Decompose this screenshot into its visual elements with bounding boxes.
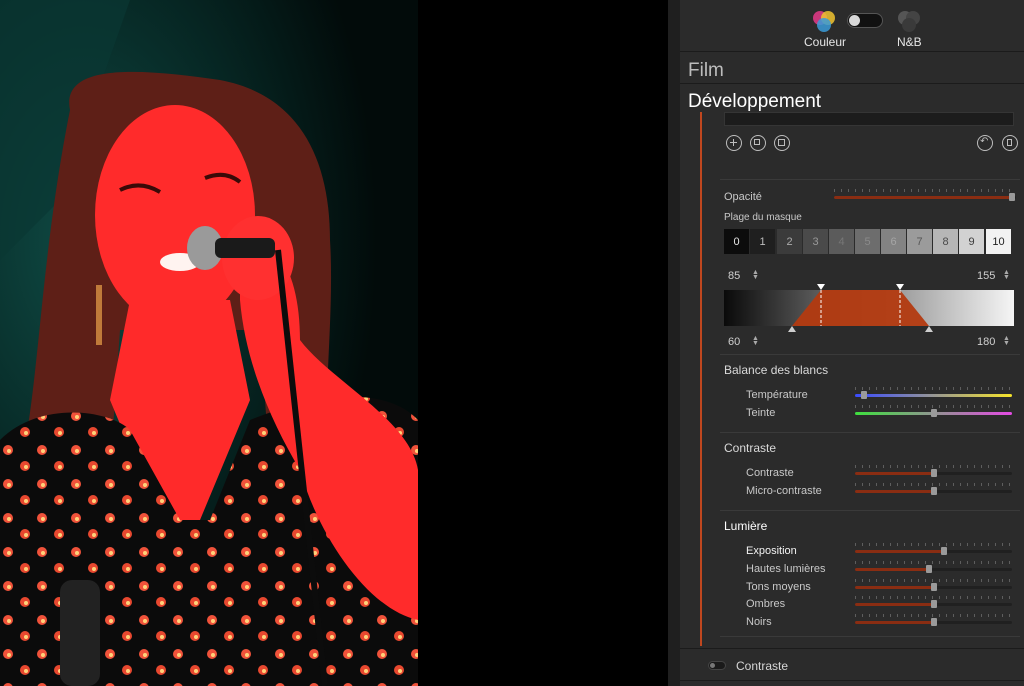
- tint-label: Teinte: [746, 407, 776, 419]
- photo-image: [0, 0, 418, 686]
- divider: [680, 83, 1024, 84]
- micro-contrast-knob[interactable]: [930, 487, 937, 495]
- add-icon[interactable]: [726, 135, 742, 151]
- range-bottom-left-handle[interactable]: [788, 326, 796, 332]
- exposure-label: Exposition: [746, 545, 797, 557]
- contrast-label: Contraste: [746, 467, 794, 479]
- exposure-fill: [855, 550, 945, 553]
- stepper-icon[interactable]: ▲ ▼: [752, 269, 759, 281]
- temperature-knob[interactable]: [861, 391, 868, 399]
- temperature-label: Température: [746, 389, 808, 401]
- mask-range-gradient[interactable]: [724, 283, 1014, 333]
- film-section-title[interactable]: Film: [688, 60, 724, 82]
- shadows-label: Ombres: [746, 598, 786, 610]
- tint-knob[interactable]: [930, 409, 937, 417]
- color-bw-toggle[interactable]: [847, 13, 883, 28]
- midtones-slider[interactable]: [855, 579, 1012, 593]
- contrast-knob[interactable]: [930, 469, 937, 477]
- color-mode-icon[interactable]: [811, 9, 837, 35]
- blacks-fill: [855, 621, 934, 624]
- range-top-left-value[interactable]: 85: [728, 270, 740, 282]
- contrast-group-title[interactable]: Contraste: [724, 441, 776, 455]
- exposure-slider[interactable]: [855, 543, 1012, 557]
- mask-range-label: Plage du masque: [724, 212, 802, 223]
- opacity-knob[interactable]: [1009, 193, 1016, 201]
- highlights-fill: [855, 568, 929, 571]
- range-bottom-right-handle[interactable]: [925, 326, 933, 332]
- development-section-title[interactable]: Développement: [688, 91, 821, 113]
- mask-box[interactable]: 1: [750, 229, 775, 254]
- micro-contrast-label: Micro-contraste: [746, 485, 822, 497]
- stepper-icon[interactable]: ▲ ▼: [1003, 335, 1010, 347]
- contrast-slider[interactable]: [855, 465, 1012, 479]
- highlights-slider[interactable]: [855, 561, 1012, 575]
- toggle-knob: [710, 663, 715, 668]
- photo-preview: [0, 0, 418, 686]
- mask-box[interactable]: 8: [933, 229, 958, 254]
- contrast-module-toggle[interactable]: [708, 661, 726, 670]
- tint-slider[interactable]: [855, 405, 1012, 419]
- mask-box[interactable]: 10: [986, 229, 1011, 254]
- highlights-knob[interactable]: [925, 565, 932, 573]
- light-group-title[interactable]: Lumière: [724, 519, 767, 533]
- contrast-fill: [855, 472, 934, 475]
- color-mode-label[interactable]: Couleur: [804, 35, 846, 49]
- highlights-label: Hautes lumières: [746, 563, 826, 575]
- duplicate-icon[interactable]: [750, 135, 766, 151]
- divider: [720, 179, 1020, 180]
- blacks-knob[interactable]: [930, 618, 937, 626]
- shadows-fill: [855, 603, 934, 606]
- mask-icon[interactable]: [774, 135, 790, 151]
- opacity-slider[interactable]: [834, 189, 1016, 203]
- layer-name-input[interactable]: [724, 112, 1014, 126]
- mask-box[interactable]: 6: [881, 229, 906, 254]
- opacity-fill: [834, 196, 1013, 199]
- shadows-slider[interactable]: [855, 596, 1012, 610]
- temperature-slider[interactable]: [855, 387, 1012, 401]
- undo-icon[interactable]: ↶: [977, 135, 993, 151]
- toggle-knob: [849, 15, 860, 26]
- micro-contrast-fill: [855, 490, 934, 493]
- blacks-label: Noirs: [746, 616, 772, 628]
- white-balance-title[interactable]: Balance des blancs: [724, 363, 828, 377]
- range-bottom-right-value[interactable]: 180: [977, 336, 995, 348]
- mask-box[interactable]: 5: [855, 229, 880, 254]
- shadows-knob[interactable]: [930, 600, 937, 608]
- mask-box[interactable]: 4: [829, 229, 854, 254]
- divider: [720, 432, 1020, 433]
- photo-canvas: [0, 0, 668, 686]
- opacity-label: Opacité: [724, 191, 762, 203]
- stepper-icon[interactable]: ▲ ▼: [1003, 269, 1010, 281]
- bw-mode-icon[interactable]: [896, 9, 922, 35]
- divider: [720, 354, 1020, 355]
- divider: [720, 636, 1020, 637]
- divider: [680, 51, 1024, 52]
- mask-box[interactable]: 0: [724, 229, 749, 254]
- mask-box[interactable]: 3: [803, 229, 828, 254]
- exposure-knob[interactable]: [941, 547, 948, 555]
- range-top-right-handle[interactable]: [896, 284, 904, 290]
- divider: [680, 648, 1024, 649]
- divider: [680, 680, 1024, 681]
- midtones-knob[interactable]: [930, 583, 937, 591]
- midtones-fill: [855, 586, 934, 589]
- midtones-label: Tons moyens: [746, 581, 811, 593]
- bw-mode-label[interactable]: N&B: [897, 35, 922, 49]
- section-accent-bar: [700, 112, 702, 646]
- divider: [720, 510, 1020, 511]
- range-bottom-left-value[interactable]: 60: [728, 336, 740, 348]
- panel-gutter: [668, 0, 680, 686]
- mask-box[interactable]: 9: [959, 229, 984, 254]
- trash-icon[interactable]: [1002, 135, 1018, 151]
- mask-box[interactable]: 7: [907, 229, 932, 254]
- range-top-right-value[interactable]: 155: [977, 270, 995, 282]
- range-top-left-handle[interactable]: [817, 284, 825, 290]
- stepper-icon[interactable]: ▲ ▼: [752, 335, 759, 347]
- micro-contrast-slider[interactable]: [855, 483, 1012, 497]
- blacks-slider[interactable]: [855, 614, 1012, 628]
- mask-box[interactable]: 2: [777, 229, 802, 254]
- contrast-module-label[interactable]: Contraste: [736, 659, 788, 673]
